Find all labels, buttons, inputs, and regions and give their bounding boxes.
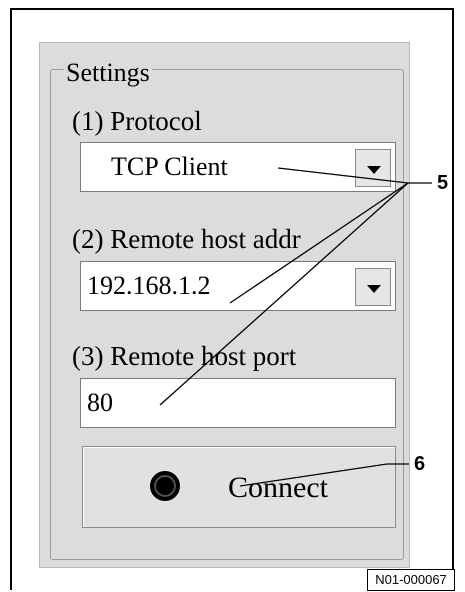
callout-5: 5 — [437, 172, 449, 194]
leader-line-protocol — [277, 167, 409, 184]
leader-line-host-port — [159, 182, 409, 406]
callout-leader-lines — [159, 167, 432, 487]
callout-6: 6 — [414, 453, 426, 475]
leader-line-host-addr — [229, 182, 409, 304]
leader-line-connect — [239, 463, 388, 487]
image-code-label: N01-000067 — [367, 569, 455, 591]
